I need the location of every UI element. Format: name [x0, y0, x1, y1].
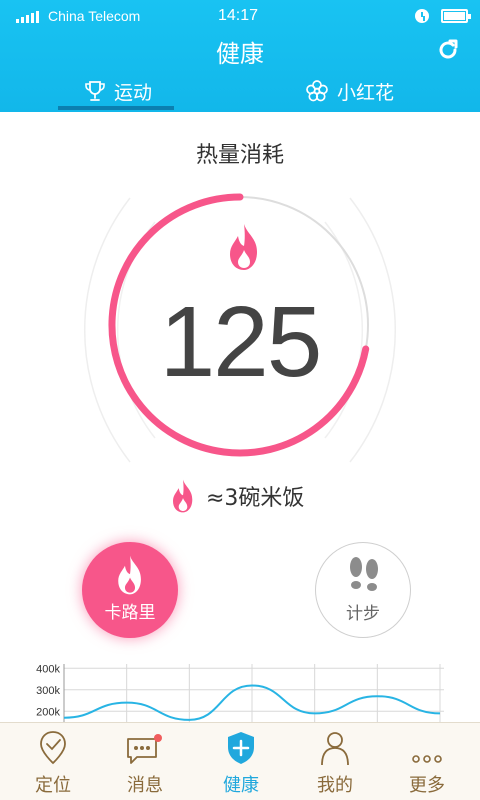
section-title: 热量消耗 [195, 143, 284, 168]
bottom-nav: 定位 消息 健康 我的 更多 [0, 722, 480, 800]
alarm-icon [415, 9, 429, 23]
health-shield-icon [228, 732, 254, 764]
carrier-name: China Telecom [48, 8, 141, 24]
nav-item-profile[interactable]: 我的 [287, 723, 383, 800]
status-time: 14:17 [218, 7, 259, 24]
chart-y-tick-label: 400k [36, 663, 60, 675]
flame-icon [173, 479, 193, 513]
steps-button-label: 计步 [346, 604, 380, 624]
nav-item-label: 消息 [127, 775, 163, 796]
refresh-icon[interactable] [436, 38, 460, 62]
nav-item-label: 定位 [35, 775, 71, 796]
tab-flower-label: 小红花 [337, 81, 395, 104]
flower-icon [306, 80, 328, 102]
flame-icon [118, 555, 141, 595]
header: China Telecom 14:17 健康 运动 小红花 [0, 0, 480, 112]
more-icon [412, 755, 442, 763]
calorie-line-chart: 400k 300k 200k [36, 663, 444, 722]
trophy-icon [85, 81, 105, 101]
signal-icon [16, 11, 39, 23]
message-icon [127, 734, 162, 764]
battery-icon [441, 9, 471, 23]
food-equivalent-text: ≈3碗米饭 [206, 486, 305, 511]
calorie-button[interactable]: 卡路里 [82, 542, 178, 638]
steps-button[interactable]: 计步 [315, 542, 411, 638]
food-equivalent: ≈3碗米饭 [168, 476, 304, 516]
calorie-button-label: 卡路里 [104, 603, 156, 623]
active-tab-indicator [58, 106, 174, 110]
nav-item-label: 我的 [317, 775, 353, 796]
tab-sport-label: 运动 [114, 81, 153, 104]
nav-item-more[interactable]: 更多 [379, 723, 475, 800]
flame-icon [230, 224, 257, 270]
location-icon [40, 731, 66, 765]
nav-item-label: 健康 [223, 775, 259, 796]
calorie-value: 125 [159, 286, 323, 398]
nav-item-location[interactable]: 定位 [5, 723, 101, 800]
status-bar: China Telecom 14:17 [0, 0, 480, 34]
tab-sport[interactable]: 运动 [84, 76, 152, 106]
tab-flower[interactable]: 小红花 [305, 76, 394, 106]
nav-item-health[interactable]: 健康 [193, 723, 289, 800]
chart-y-tick-label: 200k [36, 706, 60, 718]
footprints-icon [350, 557, 378, 591]
person-icon [321, 732, 349, 766]
nav-item-label: 更多 [409, 775, 445, 796]
page-title: 健康 [216, 40, 264, 68]
nav-item-messages[interactable]: 消息 [97, 723, 193, 800]
chart-y-tick-label: 300k [36, 685, 60, 697]
